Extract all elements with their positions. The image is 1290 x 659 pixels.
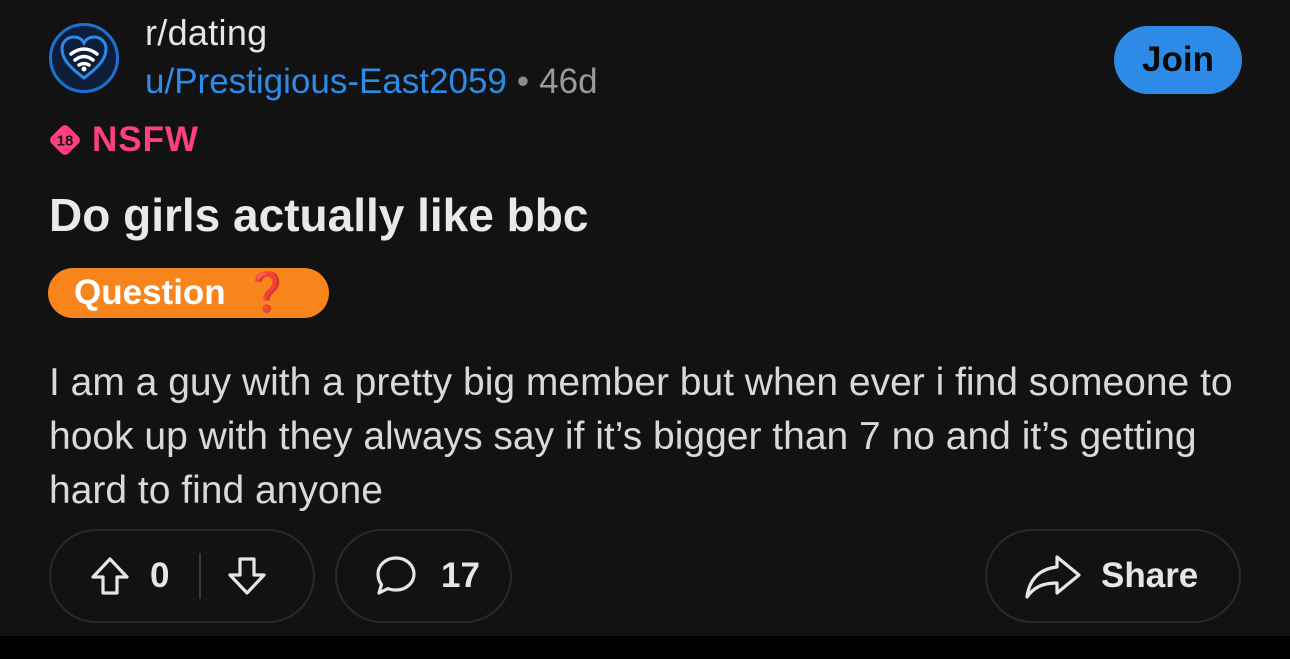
share-arrow-icon	[1023, 551, 1083, 601]
post-flair[interactable]: Question ❓	[48, 268, 329, 318]
subreddit-avatar[interactable]	[49, 23, 119, 93]
upvote-arrow-icon[interactable]	[88, 554, 132, 598]
subreddit-heart-wifi-icon	[60, 35, 108, 80]
nsfw-badge-number: 18	[57, 133, 74, 150]
downvote-arrow-icon[interactable]	[225, 554, 269, 598]
vote-score: 0	[150, 556, 170, 595]
subreddit-name[interactable]: r/dating	[145, 12, 267, 54]
post-card[interactable]: r/dating u/Prestigious-East2059 • 46d Join…	[0, 0, 1290, 636]
share-label: Share	[1101, 556, 1199, 595]
meta-separator: •	[516, 62, 530, 101]
comment-count: 17	[441, 556, 480, 595]
post-body[interactable]: I am a guy with a pretty big member but …	[49, 356, 1249, 518]
nsfw-label: NSFW	[92, 120, 200, 159]
nsfw-tag: 18 NSFW	[46, 120, 199, 160]
question-mark-icon: ❓	[243, 272, 292, 314]
flair-text: Question	[74, 273, 226, 312]
post-title[interactable]: Do girls actually like bbc	[49, 188, 588, 242]
share-button[interactable]: Share	[985, 529, 1241, 623]
bottom-strip	[0, 636, 1290, 659]
post-meta: u/Prestigious-East2059 • 46d	[145, 62, 598, 102]
vote-divider	[199, 553, 202, 599]
join-button[interactable]: Join	[1114, 26, 1242, 94]
comments-button[interactable]: 17	[335, 529, 512, 623]
nsfw-18-icon: 18	[46, 121, 84, 159]
author-username[interactable]: u/Prestigious-East2059	[145, 62, 507, 101]
comment-bubble-icon	[373, 553, 419, 599]
vote-controls: 0	[49, 529, 315, 623]
post-age: 46d	[539, 62, 598, 101]
